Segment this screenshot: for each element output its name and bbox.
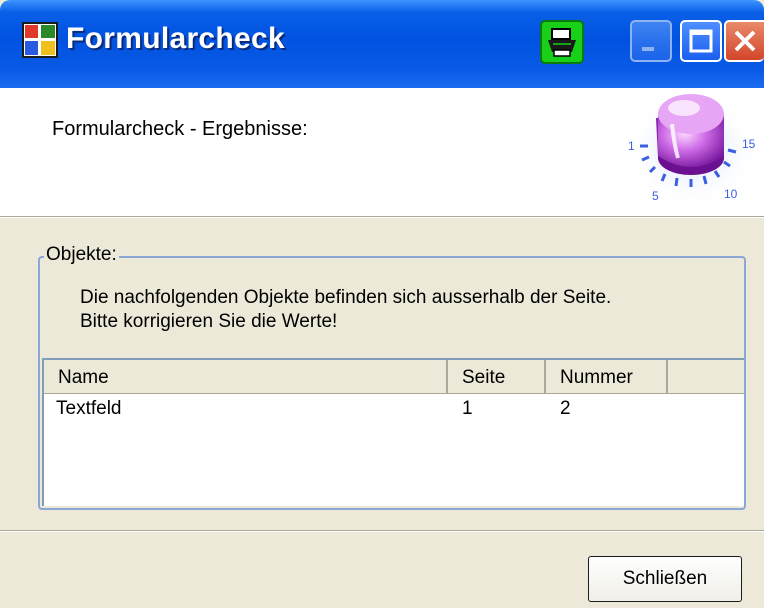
maximize-button[interactable] [680,20,722,62]
cell-name: Textfeld [56,398,122,419]
knob-label-10: 10 [724,187,738,201]
minimize-button[interactable] [630,20,672,62]
column-header-name[interactable]: Name [44,360,448,393]
groupbox-label: Objekte: [44,244,119,266]
knob-label-15: 15 [742,137,756,151]
close-icon [734,30,756,52]
print-button[interactable] [540,20,584,64]
printer-icon [548,28,576,57]
column-header-seite[interactable]: Seite [448,360,546,393]
knob-label-1: 1 [628,139,635,153]
cell-nummer: 2 [560,398,571,419]
objects-listview[interactable]: Name Seite Nummer Textfeld 1 2 [42,358,744,506]
header-separator-highlight [0,217,764,218]
footer-separator-highlight [0,531,764,532]
column-header-nummer[interactable]: Nummer [546,360,668,393]
dialog-window: Formularcheck Formularcheck - Ergebnisse… [0,0,764,608]
info-line-1: Die nachfolgenden Objekte befinden sich … [80,287,612,308]
info-line-2: Bitte korrigieren Sie die Werte! [80,311,338,332]
header-text: Formularcheck - Ergebnisse: [52,118,308,140]
form-window-icon [22,22,58,58]
header-band: Formularcheck - Ergebnisse: 1 5 10 15 [0,88,764,216]
info-message: Die nachfolgenden Objekte befinden sich … [80,286,611,334]
window-title: Formularcheck [66,22,285,55]
cell-seite: 1 [462,398,473,419]
close-window-button[interactable] [724,20,764,62]
title-bar[interactable]: Formularcheck [0,0,764,88]
knob-label-5: 5 [652,189,659,203]
maximize-icon [689,29,713,53]
minimize-icon [642,47,654,51]
knob-dial-icon: 1 5 10 15 [624,92,760,208]
list-header: Name Seite Nummer [44,360,744,394]
close-button[interactable]: Schließen [588,556,742,602]
